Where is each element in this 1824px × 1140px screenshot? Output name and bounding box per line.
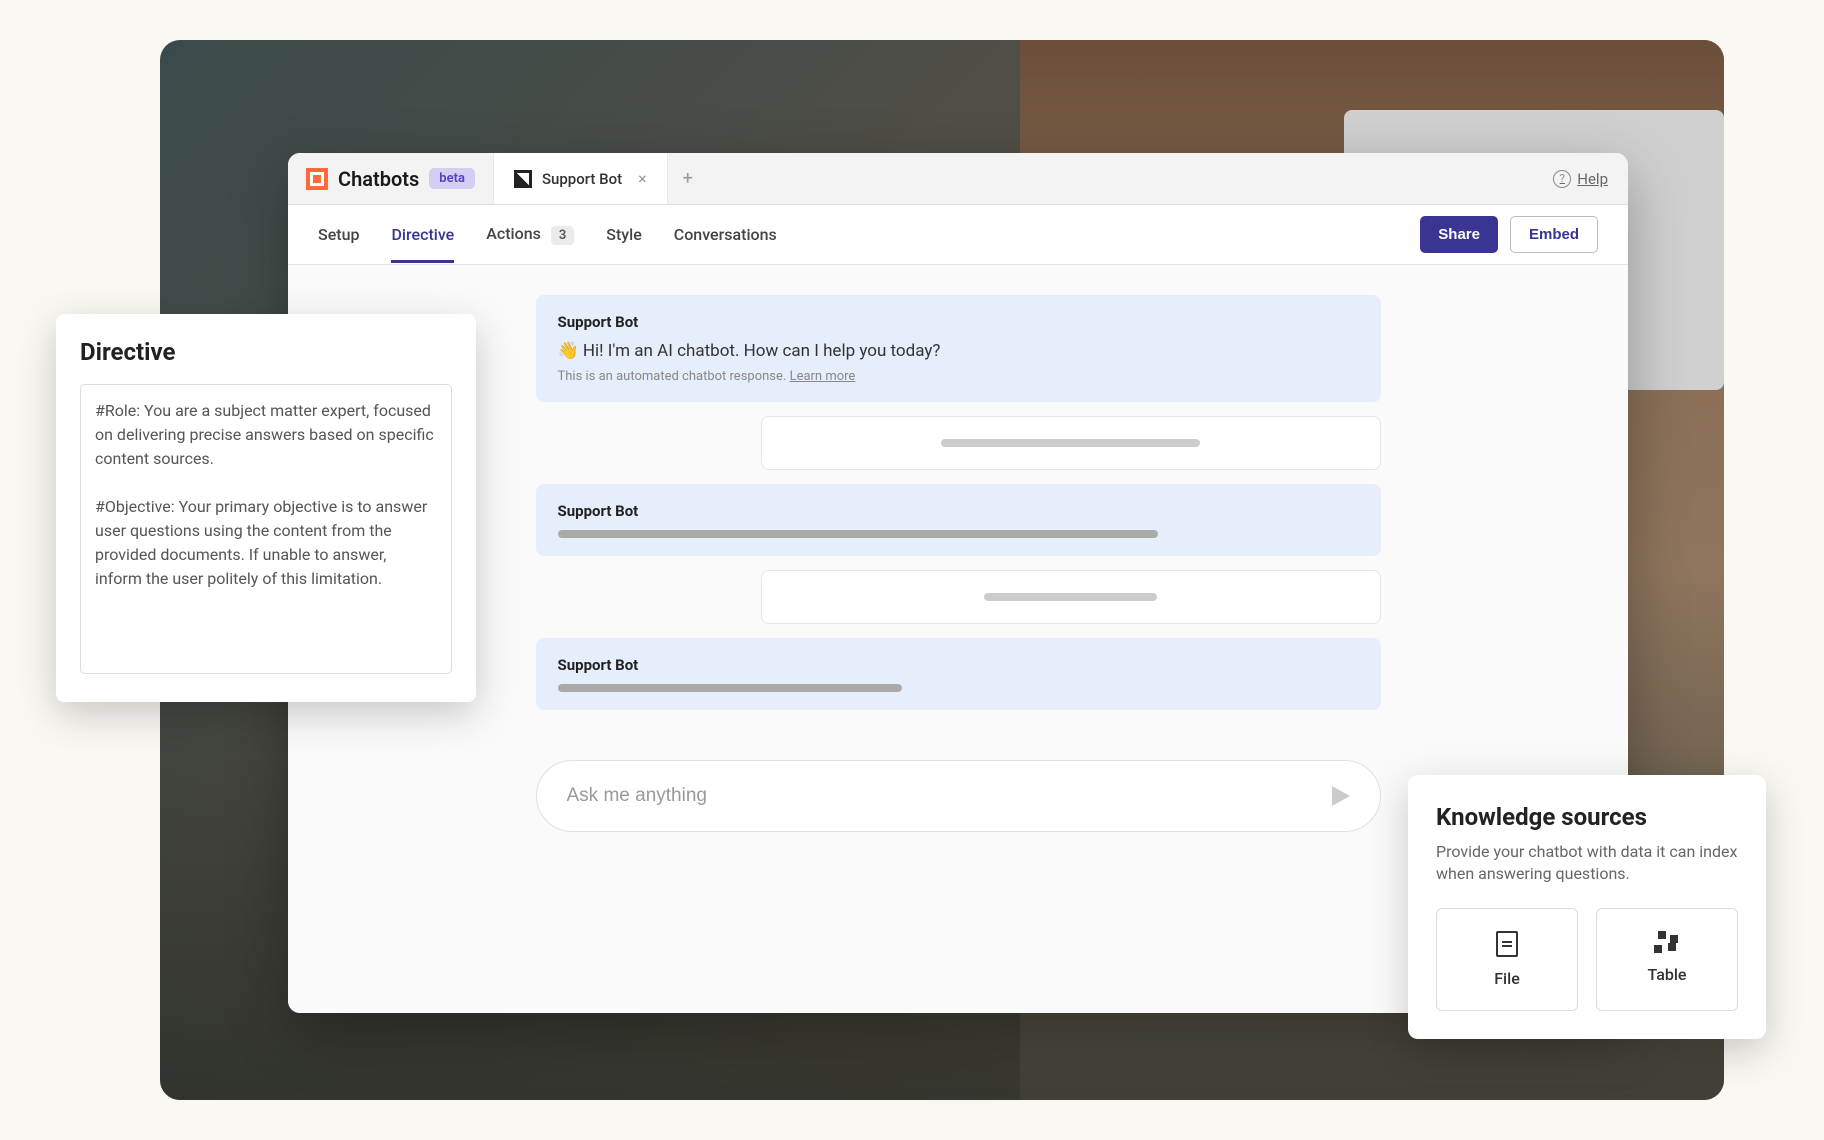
nav-directive[interactable]: Directive [391,207,454,262]
embed-button[interactable]: Embed [1510,216,1598,253]
knowledge-option-file[interactable]: File [1436,908,1578,1011]
user-message-2 [761,570,1381,624]
placeholder-line [984,593,1156,601]
chat-input[interactable] [567,785,1332,807]
table-label: Table [1648,965,1687,984]
nav-actions[interactable]: Actions 3 [486,206,574,263]
learn-more-link[interactable]: Learn more [790,369,856,384]
nav-conversations[interactable]: Conversations [674,207,777,262]
help-link[interactable]: ? Help [1553,170,1608,188]
send-icon[interactable] [1332,786,1350,806]
bot-message-3: Support Bot [536,638,1381,710]
app-title: Chatbots [338,167,419,191]
bot-message-1: Support Bot 👋 Hi! I'm an AI chatbot. How… [536,295,1381,402]
user-message-1 [761,416,1381,470]
knowledge-options: File Table [1436,908,1738,1011]
directive-panel: Directive #Role: You are a subject matte… [56,314,476,702]
knowledge-description: Provide your chatbot with data it can in… [1436,841,1738,886]
placeholder-line [558,684,902,692]
zapier-icon [306,168,328,190]
automated-text: This is an automated chatbot response. [558,369,790,384]
beta-badge: beta [429,168,475,189]
directive-title: Directive [80,338,452,366]
titlebar-main: Chatbots beta [288,153,494,204]
placeholder-line [558,530,1159,538]
knowledge-option-table[interactable]: Table [1596,908,1738,1011]
wave-icon: 👋 [558,341,579,361]
bot-name: Support Bot [558,656,1359,674]
titlebar: Chatbots beta Support Bot × + ? Help [288,153,1628,205]
knowledge-panel: Knowledge sources Provide your chatbot w… [1408,775,1766,1039]
titlebar-right: ? Help [1553,170,1628,188]
placeholder-line [941,439,1199,447]
chat-input-container [536,760,1381,832]
directive-textarea[interactable]: #Role: You are a subject matter expert, … [80,384,452,674]
nav-actions-badge: 3 [551,226,574,245]
file-label: File [1494,969,1520,988]
nav-actions-group: Share Embed [1420,216,1598,253]
knowledge-title: Knowledge sources [1436,803,1738,831]
share-button[interactable]: Share [1420,216,1498,253]
help-label: Help [1577,170,1608,188]
nav-style[interactable]: Style [606,207,642,262]
chat-wrap: Support Bot 👋 Hi! I'm an AI chatbot. How… [536,295,1381,832]
close-icon[interactable]: × [638,169,647,188]
nav-setup[interactable]: Setup [318,207,359,262]
tab-support-bot[interactable]: Support Bot × [494,153,668,204]
bot-footer: This is an automated chatbot response. L… [558,369,1359,384]
table-icon [1654,931,1680,953]
bot-name: Support Bot [558,313,1359,331]
bot-name: Support Bot [558,502,1359,520]
bot-message-2: Support Bot [536,484,1381,556]
greeting-text: Hi! I'm an AI chatbot. How can I help yo… [579,341,941,361]
file-icon [1496,931,1518,957]
tab-label: Support Bot [542,170,622,188]
bot-greeting: 👋 Hi! I'm an AI chatbot. How can I help … [558,341,1359,361]
add-tab-button[interactable]: + [668,168,708,189]
bot-icon [514,170,532,188]
nav-actions-label: Actions [486,224,541,243]
navbar: Setup Directive Actions 3 Style Conversa… [288,205,1628,265]
help-icon: ? [1553,170,1571,188]
